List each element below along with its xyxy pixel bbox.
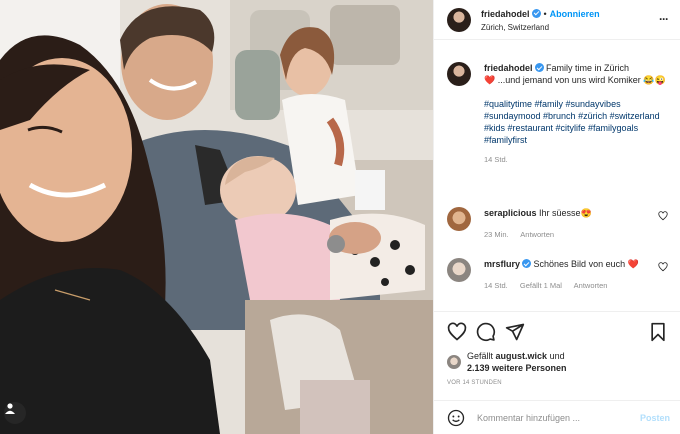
heart-icon[interactable]	[658, 262, 668, 272]
avatar[interactable]	[447, 7, 471, 32]
verified-badge-icon	[522, 259, 532, 268]
verified-badge-icon	[531, 8, 541, 18]
post-timestamp[interactable]: VOR 14 STUNDEN	[447, 380, 667, 386]
comment-emoji: ❤️	[627, 259, 639, 269]
caption-text-2: ...und jemand von uns wird Komiker	[497, 75, 641, 85]
add-comment-bar: Posten	[434, 400, 680, 434]
post-comment-button[interactable]: Posten	[640, 413, 670, 423]
heart-icon[interactable]	[658, 211, 668, 221]
reply-button[interactable]: Antworten	[574, 281, 608, 290]
comment-text: Schönes Bild von euch	[533, 259, 626, 269]
avatar[interactable]	[447, 207, 471, 231]
comment-meta: 23 Min. Antworten	[484, 229, 668, 241]
comment-time[interactable]: 14 Std.	[484, 281, 508, 290]
caption-emoji-1: ❤️	[484, 75, 496, 85]
caption-emoji-2: 😂😜	[643, 75, 666, 85]
more-horizontal-icon[interactable]: ···	[659, 12, 669, 26]
family-selfie-image	[0, 0, 433, 434]
reply-button[interactable]: Antworten	[520, 230, 554, 239]
post-actions: Gefällt august.wick und 2.139 weitere Pe…	[434, 311, 680, 386]
caption-text: Family time in Zürich	[546, 63, 630, 73]
avatar[interactable]	[447, 258, 471, 282]
comment-meta: 14 Std. Gefällt 1 Mal Antworten	[484, 280, 668, 292]
comment-item: seraplicious Ihr süesse😍 23 Min. Antwort…	[447, 207, 668, 241]
likes-count[interactable]: 2.139 weitere Personen	[467, 363, 567, 373]
comment-bubble-icon[interactable]	[476, 322, 496, 342]
comments-list[interactable]: friedahodel Family time in Zürich ❤️ ...…	[434, 41, 680, 311]
caption-hashtags[interactable]: #qualitytime #family #sundayvibes #sunda…	[484, 98, 668, 146]
comment-time[interactable]: 23 Min.	[484, 230, 509, 239]
header-username[interactable]: friedahodel	[481, 9, 530, 19]
likes-user[interactable]: august.wick	[496, 351, 548, 361]
comment-likes[interactable]: Gefällt 1 Mal	[520, 281, 562, 290]
comment-username[interactable]: seraplicious	[484, 208, 537, 218]
header-separator: •	[543, 8, 547, 19]
caption: friedahodel Family time in Zürich ❤️ ...…	[447, 62, 668, 166]
header-text: friedahodel • Abonnieren Zürich, Switzerla…	[481, 6, 600, 34]
caption-meta: 14 Std.	[484, 154, 668, 166]
caption-time[interactable]: 14 Std.	[484, 155, 508, 164]
share-send-icon[interactable]	[505, 322, 525, 342]
post-header: friedahodel • Abonnieren Zürich, Switzerla…	[434, 0, 680, 40]
comment-username[interactable]: mrsflury	[484, 259, 520, 269]
like-heart-icon[interactable]	[447, 322, 467, 342]
location-link[interactable]: Zürich, Switzerland	[481, 21, 600, 34]
likes-summary[interactable]: Gefällt august.wick und 2.139 weitere Pe…	[447, 350, 667, 374]
avatar[interactable]	[447, 62, 471, 86]
comment-emoji: 😍	[580, 208, 592, 218]
comment-text: Ihr süesse	[539, 208, 581, 218]
comment-item: mrsflury Schönes Bild von euch ❤️ 14 Std…	[447, 258, 668, 292]
post-photo[interactable]	[0, 0, 433, 434]
caption-username[interactable]: friedahodel	[484, 63, 533, 73]
likes-conj: und	[549, 351, 565, 361]
post-side-panel: friedahodel • Abonnieren Zürich, Switzerla…	[433, 0, 680, 434]
tagged-user-icon[interactable]	[4, 402, 26, 424]
likes-prefix: Gefällt	[467, 351, 494, 361]
emoji-smiley-icon[interactable]	[447, 409, 465, 427]
bookmark-icon[interactable]	[649, 322, 667, 342]
action-icons-row	[447, 322, 667, 344]
follow-button[interactable]: Abonnieren	[550, 9, 600, 19]
comment-input[interactable]	[477, 412, 640, 423]
verified-badge-icon	[534, 63, 544, 72]
avatar[interactable]	[447, 355, 461, 369]
